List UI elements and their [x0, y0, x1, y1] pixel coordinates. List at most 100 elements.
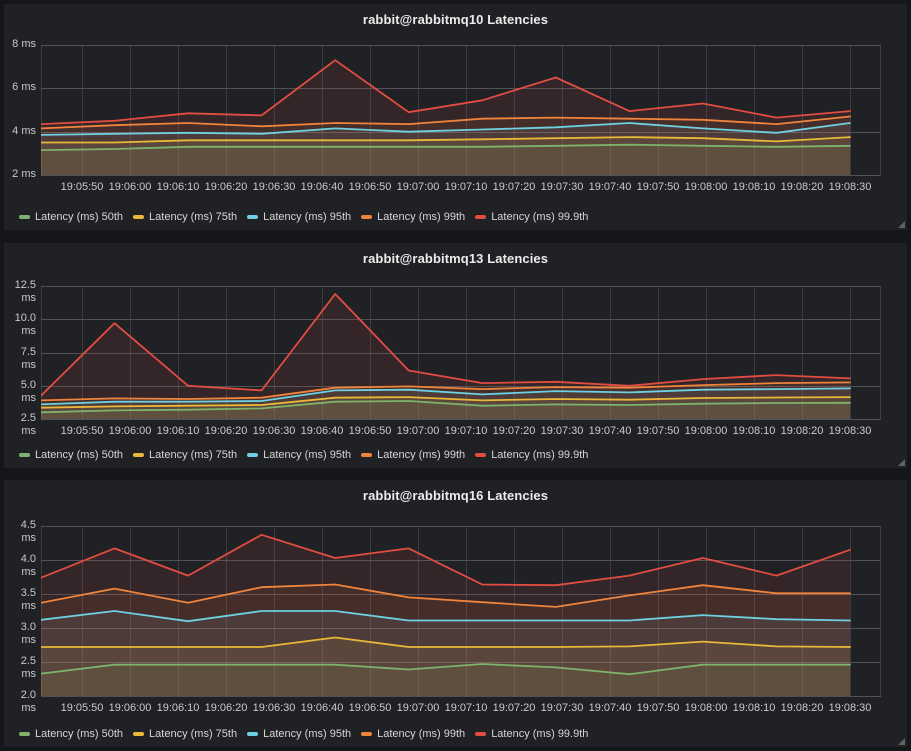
- legend: Latency (ms) 50th Latency (ms) 75th Latenc…: [19, 211, 598, 223]
- legend-item[interactable]: Latency (ms) 99.9th: [475, 211, 588, 223]
- panel-rabbitmq16-latencies: rabbit@rabbitmq16 Latencies 4.5 ms4.0 ms…: [4, 480, 907, 747]
- x-tick-label: 19:07:40: [589, 181, 632, 193]
- x-tick-label: 19:08:10: [733, 425, 776, 437]
- legend-item[interactable]: Latency (ms) 99th: [361, 728, 465, 740]
- x-tick-label: 19:07:00: [397, 425, 440, 437]
- chart-canvas: [41, 44, 881, 176]
- legend-label: Latency (ms) 95th: [263, 728, 351, 740]
- legend-item[interactable]: Latency (ms) 75th: [133, 728, 237, 740]
- legend-item[interactable]: Latency (ms) 99.9th: [475, 449, 588, 461]
- x-tick-label: 19:07:10: [445, 425, 488, 437]
- x-tick-label: 19:05:50: [61, 181, 104, 193]
- x-tick-label: 19:08:10: [733, 702, 776, 714]
- x-tick-label: 19:07:50: [637, 181, 680, 193]
- chart-plot-area[interactable]: [41, 285, 881, 420]
- x-tick-label: 19:06:00: [109, 702, 152, 714]
- x-tick-label: 19:08:30: [829, 425, 872, 437]
- x-tick-label: 19:07:30: [541, 425, 584, 437]
- y-tick-label: 2.5 ms: [4, 412, 36, 438]
- legend-label: Latency (ms) 99.9th: [491, 211, 588, 223]
- x-tick-label: 19:08:00: [685, 181, 728, 193]
- panel-resize-handle-icon[interactable]: [898, 221, 905, 228]
- legend-item[interactable]: Latency (ms) 99.9th: [475, 728, 588, 740]
- legend-label: Latency (ms) 99th: [377, 211, 465, 223]
- legend-item[interactable]: Latency (ms) 50th: [19, 211, 123, 223]
- legend-label: Latency (ms) 75th: [149, 211, 237, 223]
- legend-item[interactable]: Latency (ms) 75th: [133, 211, 237, 223]
- legend-label: Latency (ms) 75th: [149, 449, 237, 461]
- y-tick-label: 2.5 ms: [4, 655, 36, 681]
- legend-item[interactable]: Latency (ms) 95th: [247, 728, 351, 740]
- series-area: [41, 294, 850, 419]
- legend-item[interactable]: Latency (ms) 50th: [19, 728, 123, 740]
- x-tick-label: 19:06:00: [109, 425, 152, 437]
- legend-label: Latency (ms) 50th: [35, 211, 123, 223]
- series-area: [41, 60, 850, 175]
- legend-color-dash-icon: [247, 215, 258, 219]
- x-tick-label: 19:06:10: [157, 425, 200, 437]
- x-tick-label: 19:08:30: [829, 702, 872, 714]
- x-tick-label: 19:06:40: [301, 702, 344, 714]
- y-tick-label: 10.0 ms: [4, 312, 36, 338]
- panel-title[interactable]: rabbit@rabbitmq13 Latencies: [4, 251, 907, 266]
- chart-canvas: [41, 285, 881, 420]
- legend-label: Latency (ms) 99th: [377, 728, 465, 740]
- legend-color-dash-icon: [133, 453, 144, 457]
- legend-color-dash-icon: [475, 453, 486, 457]
- x-tick-label: 19:07:30: [541, 181, 584, 193]
- legend-color-dash-icon: [133, 732, 144, 736]
- x-tick-label: 19:07:30: [541, 702, 584, 714]
- legend-color-dash-icon: [475, 215, 486, 219]
- x-tick-label: 19:07:20: [493, 181, 536, 193]
- panel-resize-handle-icon[interactable]: [898, 738, 905, 745]
- x-tick-label: 19:08:00: [685, 702, 728, 714]
- y-tick-label: 8 ms: [4, 38, 36, 51]
- legend-color-dash-icon: [475, 732, 486, 736]
- y-tick-label: 4 ms: [4, 125, 36, 138]
- legend-label: Latency (ms) 75th: [149, 728, 237, 740]
- legend-label: Latency (ms) 99.9th: [491, 728, 588, 740]
- x-tick-label: 19:07:20: [493, 702, 536, 714]
- x-tick-label: 19:08:20: [781, 425, 824, 437]
- x-tick-label: 19:08:10: [733, 181, 776, 193]
- legend-color-dash-icon: [361, 732, 372, 736]
- chart-canvas: [41, 525, 881, 697]
- legend-color-dash-icon: [19, 453, 30, 457]
- legend-item[interactable]: Latency (ms) 75th: [133, 449, 237, 461]
- x-tick-label: 19:07:10: [445, 702, 488, 714]
- legend-label: Latency (ms) 95th: [263, 211, 351, 223]
- x-tick-label: 19:08:20: [781, 181, 824, 193]
- x-tick-label: 19:06:30: [253, 702, 296, 714]
- x-tick-label: 19:06:30: [253, 181, 296, 193]
- x-tick-label: 19:05:50: [61, 702, 104, 714]
- x-tick-label: 19:07:10: [445, 181, 488, 193]
- panel-title[interactable]: rabbit@rabbitmq16 Latencies: [4, 488, 907, 503]
- x-tick-label: 19:06:00: [109, 181, 152, 193]
- x-tick-label: 19:06:50: [349, 181, 392, 193]
- legend: Latency (ms) 50th Latency (ms) 75th Latenc…: [19, 449, 598, 461]
- panel-resize-handle-icon[interactable]: [898, 459, 905, 466]
- legend-color-dash-icon: [19, 215, 30, 219]
- x-tick-label: 19:06:50: [349, 425, 392, 437]
- legend-item[interactable]: Latency (ms) 50th: [19, 449, 123, 461]
- y-tick-label: 6 ms: [4, 81, 36, 94]
- y-tick-label: 2.0 ms: [4, 689, 36, 715]
- panel-title[interactable]: rabbit@rabbitmq10 Latencies: [4, 12, 907, 27]
- series-area: [41, 535, 850, 696]
- legend-item[interactable]: Latency (ms) 99th: [361, 449, 465, 461]
- legend-color-dash-icon: [247, 453, 258, 457]
- x-tick-label: 19:07:00: [397, 181, 440, 193]
- chart-plot-area[interactable]: [41, 44, 881, 176]
- legend-item[interactable]: Latency (ms) 95th: [247, 449, 351, 461]
- y-tick-label: 3.0 ms: [4, 621, 36, 647]
- legend-label: Latency (ms) 95th: [263, 449, 351, 461]
- legend-item[interactable]: Latency (ms) 95th: [247, 211, 351, 223]
- legend-label: Latency (ms) 50th: [35, 449, 123, 461]
- x-tick-label: 19:07:50: [637, 702, 680, 714]
- y-tick-label: 7.5 ms: [4, 346, 36, 372]
- chart-plot-area[interactable]: [41, 525, 881, 697]
- x-tick-label: 19:06:40: [301, 181, 344, 193]
- y-tick-label: 4.5 ms: [4, 519, 36, 545]
- x-tick-label: 19:07:50: [637, 425, 680, 437]
- legend-item[interactable]: Latency (ms) 99th: [361, 211, 465, 223]
